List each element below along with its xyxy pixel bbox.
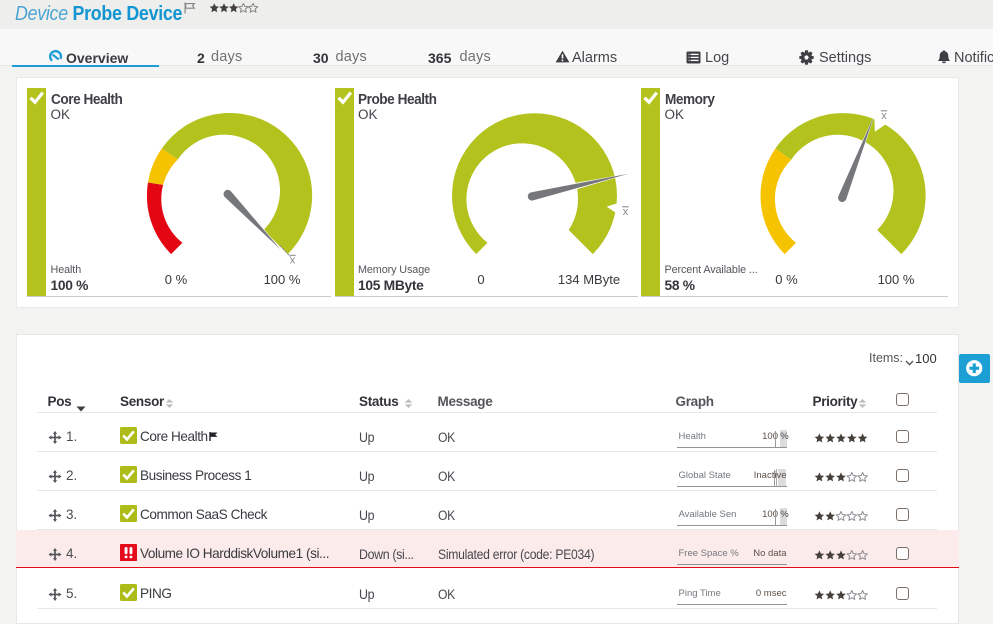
svg-text:x: x: [623, 206, 629, 218]
svg-text:x: x: [881, 110, 887, 122]
